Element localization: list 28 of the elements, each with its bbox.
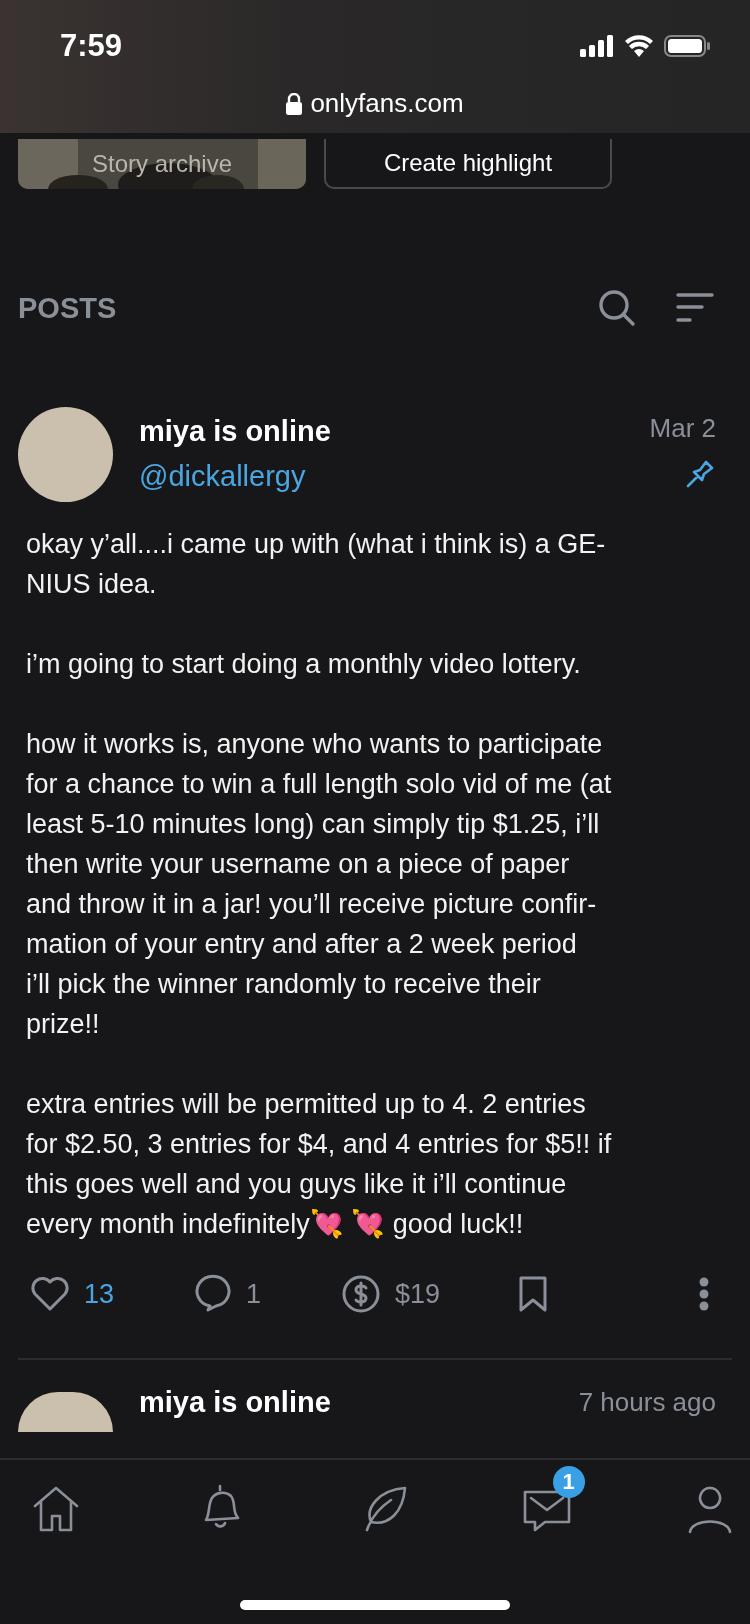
post-date: 7 hours ago [578,1386,716,1418]
sort-icon[interactable] [676,293,714,323]
url-text[interactable]: onlyfans.com [310,88,464,119]
author-handle[interactable]: @dickallergy [139,460,624,493]
signal-icon [580,35,614,57]
section-title: POSTS [18,291,118,325]
dollar-coin-icon [341,1274,382,1314]
unread-badge: 1 [552,1466,585,1498]
search-icon[interactable] [598,289,636,327]
status-time: 7:59 [60,28,123,64]
more-icon[interactable] [698,1277,710,1311]
author-name[interactable]: miya is online [139,415,624,448]
speech-bubble-icon [194,1274,233,1314]
post-date: Mar 2 [649,413,716,444]
wifi-icon [624,35,654,57]
bookmark-icon[interactable] [518,1275,549,1313]
post-paragraph: i’m going to start doing a monthly video lottery. [26,648,582,681]
like-button[interactable]: 13 [30,1276,115,1312]
author-name[interactable]: miya is online [139,1385,553,1419]
tip-button[interactable]: $19 [341,1274,441,1314]
create-highlight-button[interactable]: Create highlight [324,139,612,189]
heart-icon [30,1276,70,1312]
post-paragraph: okay y’all....i came up with (what i think is) a GE- NIUS idea. [26,528,607,601]
post-paragraph: how it works is, anyone who wants to participate for a chance to win a full length solo vid of me (at least 5-10 minutes long) can simply tip $1.25, i’ll then write your username on a piece of paper and throw it in a jar! you’ll receive picture confir- mation of your entry and after a 2 week period i’ll pick the winner randomly to receive their prize!! [26,728,613,1041]
post-paragraph: extra entries will be permitted up to 4. 2 entries for $2.50, 3 entries for $4, and 4 entries for $5!! if this goes well and you guys like it i’ll continue every month indefinitely💘 💘 good luck!! [26,1088,613,1241]
battery-icon [664,35,710,57]
comment-button[interactable]: 1 [194,1274,262,1314]
lock-icon [286,92,303,115]
